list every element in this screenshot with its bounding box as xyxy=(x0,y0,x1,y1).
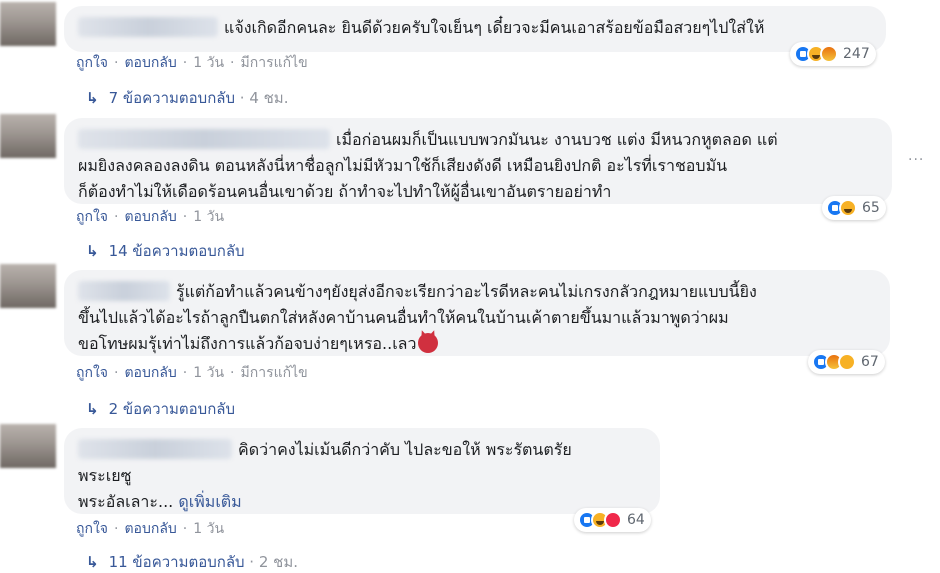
view-replies[interactable]: ↳ 7 ข้อความตอบกลับ · 4 ชม. xyxy=(86,86,288,110)
reply-link[interactable]: ตอบกลับ xyxy=(124,365,176,381)
haha-icon xyxy=(839,199,857,217)
comment-text-line-3: ขอโทษผมรุ้เท่าไม่ถึงการแล้วก้อจบง่ายๆเหร… xyxy=(78,334,417,353)
replies-count[interactable]: 14 ข้อความตอบกลับ xyxy=(109,242,245,260)
like-link[interactable]: ถูกใจ xyxy=(76,365,108,381)
author-name[interactable] xyxy=(78,129,330,149)
comment-text: แจ้งเกิดอีกคนละ ยินดีด้วยครับใจเย็นๆ เดี… xyxy=(224,18,765,37)
author-name[interactable] xyxy=(78,281,170,301)
reaction-count: 67 xyxy=(861,354,879,370)
comment-actions: ถูกใจ · ตอบกลับ · 1 วัน xyxy=(76,521,225,537)
timestamp[interactable]: 1 วัน xyxy=(193,55,224,71)
avatar[interactable] xyxy=(0,424,56,468)
comment-text-line-1: คิดว่าคงไม่เม้นดีกว่าคับ ไปละขอให้ พระรั… xyxy=(238,440,572,459)
more-options-button[interactable]: ··· xyxy=(908,152,924,168)
replies-time: 2 ชม. xyxy=(258,553,298,571)
reply-link[interactable]: ตอบกลับ xyxy=(124,209,176,225)
avatar[interactable] xyxy=(0,114,56,158)
comment-bubble: แจ้งเกิดอีกคนละ ยินดีด้วยครับใจเย็นๆ เดี… xyxy=(64,6,886,52)
author-name[interactable] xyxy=(78,17,218,37)
replies-time: 4 ชม. xyxy=(249,89,289,107)
avatar[interactable] xyxy=(0,264,56,308)
comment-text-line-2: ขึ้นไปแล้วได้อะไรถ้าลูกปืนตกใส่หลังคาบ้า… xyxy=(78,308,729,327)
like-link[interactable]: ถูกใจ xyxy=(76,55,108,71)
reaction-count: 65 xyxy=(862,200,880,216)
reaction-summary[interactable]: 67 xyxy=(808,350,885,374)
comment-text-line-2: ผมยิงลงคลองลงดิน ตอนหลังนี่หาชื่อลูกไม่ม… xyxy=(78,156,728,175)
view-replies[interactable]: ↳ 2 ข้อความตอบกลับ xyxy=(86,397,235,421)
timestamp[interactable]: 1 วัน xyxy=(193,209,224,225)
reaction-summary[interactable]: 65 xyxy=(822,196,886,220)
see-more-link[interactable]: ดูเพิ่มเติม xyxy=(178,492,241,511)
comment-bubble: รู้แต่ก้อทำแล้วคนข้างๆยังยุส่งอีกจะเรียก… xyxy=(64,270,890,356)
reply-arrow-icon: ↳ xyxy=(86,553,99,571)
replies-count[interactable]: 2 ข้อความตอบกลับ xyxy=(109,400,235,418)
love-icon xyxy=(604,511,622,529)
author-name[interactable] xyxy=(78,439,232,459)
reaction-count: 64 xyxy=(627,512,645,528)
reply-link[interactable]: ตอบกลับ xyxy=(124,55,176,71)
comment-text-line-2: พระเยซู xyxy=(78,466,132,485)
comment-actions: ถูกใจ · ตอบกลับ · 1 วัน · มีการแก้ไข xyxy=(76,365,308,381)
angry-icon xyxy=(820,45,838,63)
reply-arrow-icon: ↳ xyxy=(86,242,99,260)
devil-emoji-icon xyxy=(418,333,439,353)
reaction-summary[interactable]: 64 xyxy=(574,508,651,532)
comment-actions: ถูกใจ · ตอบกลับ · 1 วัน · มีการแก้ไข xyxy=(76,55,308,71)
edited-label[interactable]: มีการแก้ไข xyxy=(241,55,308,71)
comment-text-line-3: ก็ต้องทำไม่ให้เดือดร้อนคนอื่นเขาด้วย ถ้า… xyxy=(78,182,612,201)
comment-text-line-1: รู้แต่ก้อทำแล้วคนข้างๆยังยุส่งอีกจะเรียก… xyxy=(176,282,757,301)
sad-icon xyxy=(838,353,856,371)
comment-actions: ถูกใจ · ตอบกลับ · 1 วัน xyxy=(76,209,225,225)
timestamp[interactable]: 1 วัน xyxy=(193,521,224,537)
reply-arrow-icon: ↳ xyxy=(86,89,99,107)
replies-count[interactable]: 11 ข้อความตอบกลับ xyxy=(109,553,245,571)
reaction-count: 247 xyxy=(843,46,870,62)
comment-text-line-3: พระอัลเลาะ... xyxy=(78,492,174,511)
timestamp[interactable]: 1 วัน xyxy=(193,365,224,381)
reply-link[interactable]: ตอบกลับ xyxy=(124,521,176,537)
avatar[interactable] xyxy=(0,2,56,46)
replies-count[interactable]: 7 ข้อความตอบกลับ xyxy=(109,89,235,107)
edited-label[interactable]: มีการแก้ไข xyxy=(241,365,308,381)
reply-arrow-icon: ↳ xyxy=(86,400,99,418)
like-link[interactable]: ถูกใจ xyxy=(76,521,108,537)
reaction-summary[interactable]: 247 xyxy=(790,42,876,66)
comment-bubble: คิดว่าคงไม่เม้นดีกว่าคับ ไปละขอให้ พระรั… xyxy=(64,428,660,514)
comment-text-line-1: เมื่อก่อนผมก็เป็นแบบพวกมันนะ งานบวช แต่ง… xyxy=(336,130,778,149)
view-replies[interactable]: ↳ 14 ข้อความตอบกลับ xyxy=(86,239,245,263)
like-link[interactable]: ถูกใจ xyxy=(76,209,108,225)
view-replies[interactable]: ↳ 11 ข้อความตอบกลับ · 2 ชม. xyxy=(86,550,298,573)
comment-bubble: เมื่อก่อนผมก็เป็นแบบพวกมันนะ งานบวช แต่ง… xyxy=(64,118,892,204)
